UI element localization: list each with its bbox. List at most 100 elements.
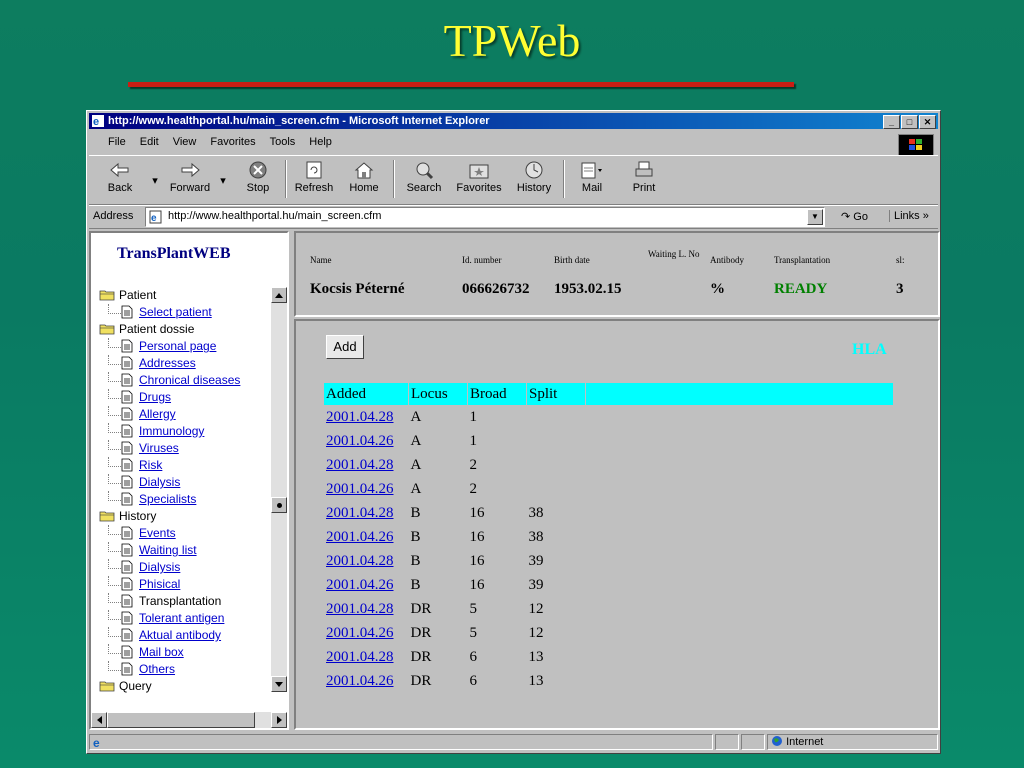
tree-item[interactable]: Mail box	[99, 644, 269, 661]
added-date-link[interactable]: 2001.04.26	[326, 529, 394, 545]
tree-item[interactable]: Risk	[99, 457, 269, 474]
scroll-down-button[interactable]	[271, 676, 287, 692]
added-date-link[interactable]: 2001.04.28	[326, 505, 394, 521]
scroll-right-button[interactable]	[271, 712, 287, 728]
stop-button[interactable]: Stop	[233, 160, 283, 194]
tree-item[interactable]: Addresses	[99, 355, 269, 372]
tree-item[interactable]: Specialists	[99, 491, 269, 508]
forward-dropdown-icon[interactable]: ▾	[215, 174, 231, 187]
menu-help[interactable]: Help	[302, 136, 339, 148]
tree-item-label[interactable]: Tolerant antigen	[139, 611, 224, 625]
address-dropdown-icon[interactable]: ▼	[807, 209, 823, 225]
tree-item-label[interactable]: Others	[139, 662, 175, 676]
locus-cell: A	[410, 456, 422, 473]
added-date-link[interactable]: 2001.04.26	[326, 625, 394, 641]
title-bar[interactable]: e http://www.healthportal.hu/main_screen…	[89, 113, 938, 129]
added-date-link[interactable]: 2001.04.26	[326, 673, 394, 689]
tree-item[interactable]: Events	[99, 525, 269, 542]
search-label: Search	[406, 182, 442, 194]
tree-item[interactable]: Dialysis	[99, 474, 269, 491]
tree-item-label[interactable]: Events	[139, 526, 176, 540]
history-button[interactable]: History	[509, 160, 559, 194]
mail-button[interactable]: Mail	[567, 160, 617, 194]
tree-item[interactable]: Drugs	[99, 389, 269, 406]
close-button[interactable]: ✕	[919, 115, 936, 129]
added-date-link[interactable]: 2001.04.28	[326, 457, 394, 473]
added-date-link[interactable]: 2001.04.28	[326, 553, 394, 569]
back-dropdown-icon[interactable]: ▾	[147, 174, 163, 187]
horizontal-scrollbar[interactable]	[91, 712, 287, 728]
tree-item-label[interactable]: Drugs	[139, 390, 171, 404]
tree-item-label[interactable]: Chronical diseases	[139, 373, 240, 387]
back-button[interactable]: Back	[95, 160, 145, 194]
tree-item-label[interactable]: Specialists	[139, 492, 196, 506]
menu-tools[interactable]: Tools	[263, 136, 303, 148]
forward-button[interactable]: Forward	[165, 160, 215, 194]
scroll-up-button[interactable]	[271, 287, 287, 303]
refresh-button[interactable]: Refresh	[289, 160, 339, 194]
favorites-button[interactable]: Favorites	[451, 160, 507, 194]
svg-text:e: e	[93, 736, 100, 749]
tree-item-label[interactable]: Aktual antibody	[139, 628, 221, 642]
tree-item[interactable]: Waiting list	[99, 542, 269, 559]
tree-item[interactable]: Dialysis	[99, 559, 269, 576]
tree-item-label[interactable]: Addresses	[139, 356, 196, 370]
locus-cell: B	[410, 552, 421, 569]
tree-item-label[interactable]: Dialysis	[139, 560, 180, 574]
links-button[interactable]: Links »	[889, 210, 929, 222]
menu-file[interactable]: File	[101, 136, 133, 148]
menu-favorites[interactable]: Favorites	[203, 136, 262, 148]
added-date-link[interactable]: 2001.04.28	[326, 601, 394, 617]
added-date-link[interactable]: 2001.04.26	[326, 433, 394, 449]
tree-item[interactable]: Select patient	[99, 304, 269, 321]
tree-item[interactable]: Immunology	[99, 423, 269, 440]
address-input[interactable]: e http://www.healthportal.hu/main_screen…	[145, 207, 825, 227]
print-button[interactable]: Print	[619, 160, 669, 194]
minimize-button[interactable]: _	[883, 115, 900, 129]
tree-item-label[interactable]: Dialysis	[139, 475, 180, 489]
tree-item[interactable]: Allergy	[99, 406, 269, 423]
tree-item-label[interactable]: Select patient	[139, 305, 212, 319]
tree-item-label[interactable]: Viruses	[139, 441, 179, 455]
tree-item-label[interactable]: Phisical	[139, 577, 180, 591]
maximize-button[interactable]: □	[901, 115, 918, 129]
tree-item[interactable]: Personal page	[99, 338, 269, 355]
tree-folder-label: History	[119, 509, 157, 523]
tree-item-label[interactable]: Allergy	[139, 407, 176, 421]
add-button[interactable]: Add	[326, 335, 364, 359]
menu-view[interactable]: View	[166, 136, 204, 148]
added-date-link[interactable]: 2001.04.26	[326, 577, 394, 593]
tree-item[interactable]: Chronical diseases	[99, 372, 269, 389]
tree-item-label[interactable]: Immunology	[139, 424, 204, 438]
header-id: Id. number	[462, 255, 502, 265]
tree-item[interactable]: Tolerant antigen	[99, 610, 269, 627]
header-transplantation: Transplantation	[774, 255, 831, 265]
tree-item-label[interactable]: Mail box	[139, 645, 184, 659]
home-button[interactable]: Home	[339, 160, 389, 194]
added-date-link[interactable]: 2001.04.28	[326, 409, 394, 425]
locus-cell: DR	[410, 648, 432, 665]
tree-item[interactable]: Viruses	[99, 440, 269, 457]
document-icon	[121, 356, 133, 370]
added-date-link[interactable]: 2001.04.28	[326, 649, 394, 665]
tree-item[interactable]: Others	[99, 661, 269, 678]
vertical-scrollbar[interactable]	[271, 287, 287, 692]
scroll-left-button[interactable]	[91, 712, 107, 728]
tree-item-label[interactable]: Risk	[139, 458, 162, 472]
split-cell	[527, 429, 586, 453]
search-icon	[416, 162, 434, 180]
search-button[interactable]: Search	[399, 160, 449, 194]
tree-item-label[interactable]: Waiting list	[139, 543, 197, 557]
go-button[interactable]: ↷ Go	[841, 210, 868, 223]
status-zone: Internet	[767, 734, 938, 750]
tree-item[interactable]: Aktual antibody	[99, 627, 269, 644]
tree-item-label[interactable]: Personal page	[139, 339, 216, 353]
scroll-thumb[interactable]	[271, 497, 287, 513]
broad-cell: 6	[469, 672, 478, 689]
print-label: Print	[632, 182, 656, 194]
menu-edit[interactable]: Edit	[133, 136, 166, 148]
tree-item[interactable]: Phisical	[99, 576, 269, 593]
filler-cell	[586, 669, 894, 693]
horizontal-scroll-thumb[interactable]	[107, 712, 255, 728]
added-date-link[interactable]: 2001.04.26	[326, 481, 394, 497]
